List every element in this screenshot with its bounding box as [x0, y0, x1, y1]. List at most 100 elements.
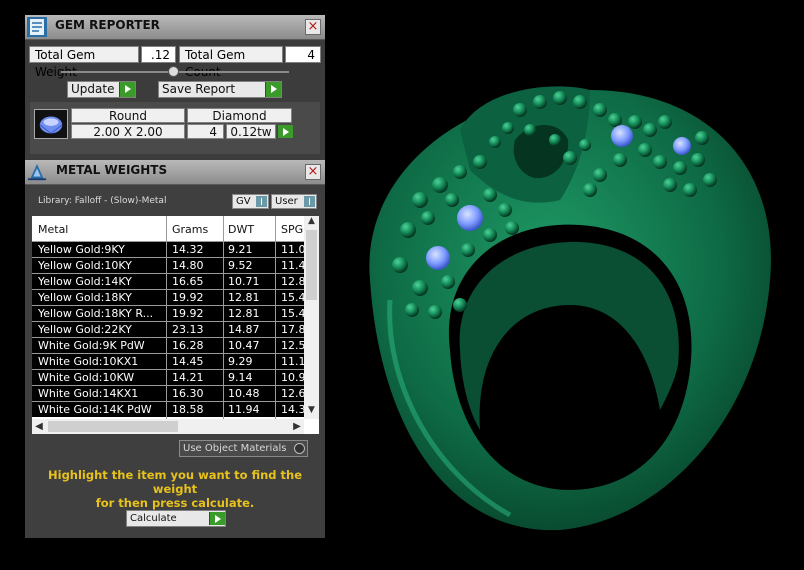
total-gem-weight-value: .12: [141, 46, 176, 63]
ring-bead: [412, 280, 428, 296]
user-toggle-label: User: [275, 196, 298, 207]
update-button[interactable]: Update: [67, 81, 136, 98]
gem-tw-value[interactable]: 0.12tw: [226, 124, 276, 139]
column-header-dwt[interactable]: DWT: [228, 223, 274, 236]
calculate-button-label: Calculate: [130, 513, 177, 524]
metal-cell: White Gold:10KX1: [38, 355, 139, 368]
grams-cell: 14.45: [172, 355, 204, 368]
horizontal-scrollbar[interactable]: ◀ ▶: [32, 419, 304, 434]
table-row[interactable]: White Gold:9K PdW 16.28 10.47 12.59: [32, 337, 311, 353]
ring-bead: [643, 123, 657, 137]
gv-toggle[interactable]: GV: [232, 194, 269, 209]
ring-bead: [453, 165, 467, 179]
column-divider: [223, 216, 224, 419]
ring-bead: [613, 153, 627, 167]
metal-cell: Yellow Gold:10KY: [38, 259, 132, 272]
table-row[interactable]: Yellow Gold:18KY R... 19.92 12.81 15.41: [32, 305, 311, 321]
table-row[interactable]: Yellow Gold:18KY 19.92 12.81 15.41: [32, 289, 311, 305]
metal-weights-title: METAL WEIGHTS: [56, 163, 168, 177]
ring-bead: [638, 143, 652, 157]
gem-summary-table: Round Diamond 2.00 X 2.00 4 0.12tw: [30, 102, 320, 154]
ring-bead: [400, 222, 416, 238]
gv-toggle-label: GV: [236, 196, 251, 207]
radio-button-icon[interactable]: [294, 443, 305, 454]
update-button-label: Update: [71, 82, 115, 96]
horizontal-scroll-thumb[interactable]: [48, 421, 178, 432]
ring-bead: [445, 193, 459, 207]
ring-bead: [513, 103, 527, 117]
toggle-switch-icon: [256, 196, 267, 207]
ring-gem: [457, 205, 483, 231]
metal-cell: White Gold:14K PdW: [38, 403, 152, 416]
column-header-grams[interactable]: Grams: [172, 223, 222, 236]
gem-reporter-titlebar[interactable]: GEM REPORTER ×: [25, 15, 325, 40]
metal-cell: White Gold:10KW: [38, 371, 135, 384]
panel-splitter-handle[interactable]: [168, 66, 179, 77]
metal-cell: Yellow Gold:9KY: [38, 243, 125, 256]
gem-size-value[interactable]: 2.00 X 2.00: [71, 124, 185, 139]
table-header: Metal Grams DWT SPG: [32, 216, 304, 241]
dwt-cell: 10.71: [228, 275, 260, 288]
calculate-button[interactable]: Calculate: [126, 510, 226, 527]
table-row[interactable]: White Gold:10KW 14.21 9.14 10.99: [32, 369, 311, 385]
gem-report-icon: [27, 17, 47, 37]
column-divider: [275, 216, 276, 419]
grams-cell: 18.58: [172, 403, 204, 416]
metal-cell: Yellow Gold:14KY: [38, 275, 132, 288]
metal-cell: Yellow Gold:22KY: [38, 323, 132, 336]
scroll-left-icon[interactable]: ◀: [32, 419, 46, 434]
vertical-scrollbar[interactable]: ▲ ▼: [304, 216, 319, 419]
use-object-materials-option[interactable]: Use Object Materials: [179, 440, 308, 457]
column-divider: [166, 216, 167, 419]
metal-cell: Yellow Gold:18KY R...: [38, 307, 154, 320]
ring-bead: [441, 275, 455, 289]
ring-3d-render: [369, 86, 771, 531]
metal-weights-titlebar[interactable]: METAL WEIGHTS ×: [25, 160, 325, 185]
table-row[interactable]: White Gold:10KX1 14.45 9.29 11.18: [32, 353, 311, 369]
dwt-cell: 9.21: [228, 243, 253, 256]
instruction-text: Highlight the item you want to find the …: [35, 468, 315, 510]
gem-shape-header: Round: [71, 108, 185, 123]
ring-bead: [683, 183, 697, 197]
scroll-right-icon[interactable]: ▶: [290, 419, 304, 434]
close-icon[interactable]: ×: [305, 164, 321, 180]
scroll-down-icon[interactable]: ▼: [304, 405, 319, 419]
table-row[interactable]: Yellow Gold:10KY 14.80 9.52 11.45: [32, 257, 311, 273]
ring-bead: [593, 168, 607, 182]
table-row[interactable]: White Gold:14KX1 16.30 10.48 12.61: [32, 385, 311, 401]
table-row[interactable]: White Gold:14K PdW 18.58 11.94 14.37: [32, 401, 311, 417]
instruction-line-2: for then press calculate.: [95, 496, 255, 510]
ring-bead: [473, 155, 487, 169]
grams-cell: 14.80: [172, 259, 204, 272]
ring-bead: [658, 115, 672, 129]
gem-count-value[interactable]: 4: [187, 124, 224, 139]
table-row[interactable]: Yellow Gold:9KY 14.32 9.21 11.08: [32, 241, 311, 257]
ring-bead: [502, 122, 514, 134]
grams-cell: 16.28: [172, 339, 204, 352]
ring-bead: [695, 131, 709, 145]
user-toggle[interactable]: User: [271, 194, 317, 209]
save-report-button[interactable]: Save Report: [158, 81, 282, 98]
ring-bead: [663, 178, 677, 192]
total-gem-count-label: Total Gem Count: [179, 46, 283, 79]
column-header-metal[interactable]: Metal: [38, 223, 158, 236]
instruction-line-1: Highlight the item you want to find the …: [48, 468, 302, 496]
scroll-up-icon[interactable]: ▲: [304, 216, 319, 230]
close-icon[interactable]: ×: [305, 19, 321, 35]
ring-bead: [549, 134, 561, 146]
vertical-scroll-thumb[interactable]: [306, 230, 317, 300]
dwt-cell: 12.81: [228, 291, 260, 304]
metal-cell: Yellow Gold:18KY: [38, 291, 132, 304]
ring-bead: [461, 243, 475, 257]
ring-bead: [489, 136, 501, 148]
ring-bead: [392, 257, 408, 273]
ring-bead: [553, 91, 567, 105]
ring-bead: [505, 221, 519, 235]
table-row[interactable]: Yellow Gold:14KY 16.65 10.71 12.88: [32, 273, 311, 289]
ring-bead: [691, 153, 705, 167]
dwt-cell: 10.47: [228, 339, 260, 352]
table-row[interactable]: Yellow Gold:22KY 23.13 14.87 17.89: [32, 321, 311, 337]
grams-cell: 19.92: [172, 291, 204, 304]
dwt-cell: 14.87: [228, 323, 260, 336]
gem-row-go-button[interactable]: [277, 125, 293, 138]
